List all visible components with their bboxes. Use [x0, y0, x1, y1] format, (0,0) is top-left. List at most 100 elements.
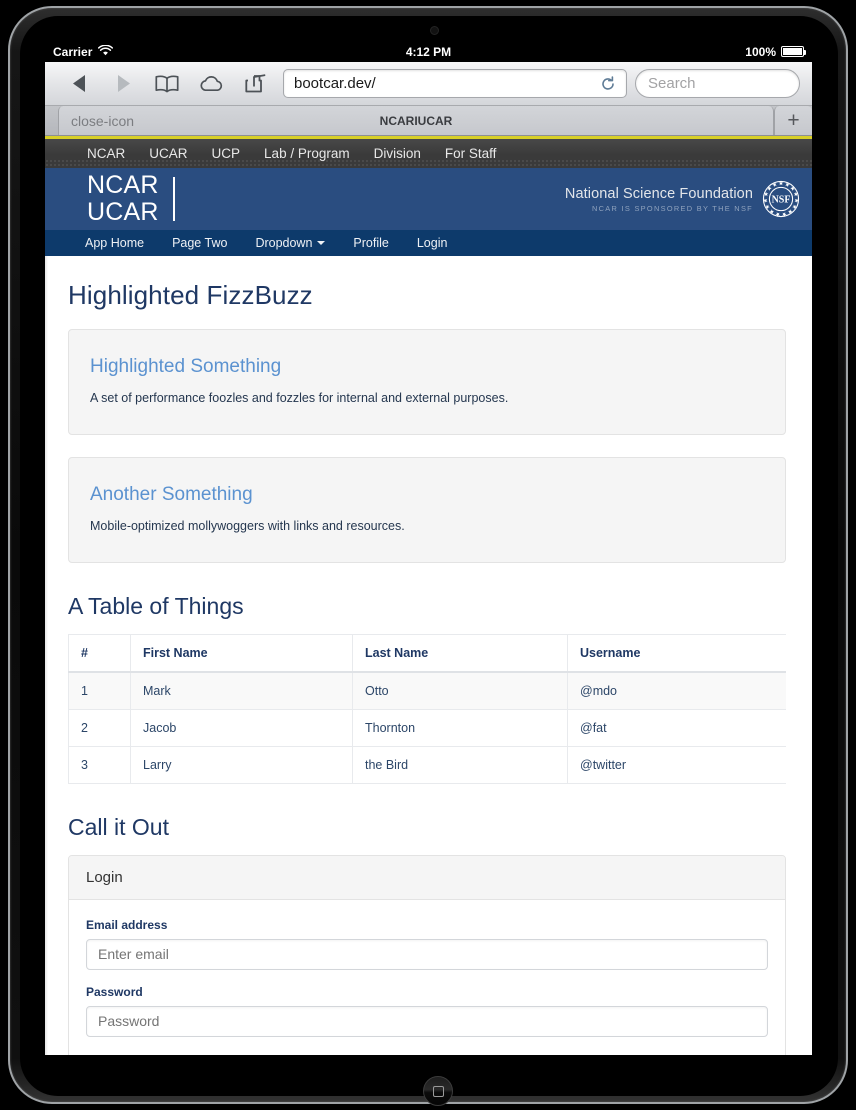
- page-title: Highlighted FizzBuzz: [68, 280, 313, 310]
- safari-tab-bar: close-icon NCARIUCAR +: [45, 106, 812, 136]
- cell-last-name: Thornton: [352, 709, 568, 747]
- logo-line-ucar: UCAR: [87, 198, 159, 226]
- nsf-name-label: National Science Foundation: [564, 185, 753, 202]
- email-field[interactable]: [86, 938, 768, 970]
- table-body: 1 Mark Otto @mdo 2 Jacob Thornton @fat 3…: [68, 671, 786, 784]
- nsf-sponsor-label: NCAR IS SPONSORED BY THE NSF: [592, 203, 753, 213]
- cell-first-name: Larry: [130, 746, 353, 784]
- things-table: # First Name Last Name Username 1 Mark O…: [68, 633, 786, 784]
- svg-text:NSF: NSF: [772, 194, 791, 205]
- cell-username: @mdo: [567, 671, 786, 710]
- panel-text: A set of performance foozles and fozzles…: [90, 391, 509, 405]
- web-page-viewport: NCAR UCAR UCP Lab / Program Division For…: [45, 136, 812, 1055]
- cell-index: 2: [68, 709, 131, 747]
- chevron-down-icon: [317, 241, 326, 245]
- cell-index: 1: [68, 671, 131, 710]
- login-well-header: Login: [69, 855, 785, 900]
- status-bar-clock: 4:12 PM: [405, 44, 452, 59]
- home-button[interactable]: [423, 1076, 453, 1106]
- cloud-icon[interactable]: [189, 67, 233, 101]
- app-nav-label: Page Two: [172, 236, 228, 250]
- email-field-label: Email address: [86, 917, 168, 932]
- util-nav-item-ucp[interactable]: UCP: [200, 146, 253, 161]
- close-icon[interactable]: close-icon: [71, 114, 134, 128]
- book-icon[interactable]: [145, 67, 189, 101]
- app-nav-item-page-two[interactable]: Page Two: [158, 236, 241, 250]
- battery-percent-label: 100%: [745, 44, 776, 59]
- address-bar[interactable]: bootcar.dev/: [283, 69, 627, 98]
- safari-toolbar: bootcar.dev/ Search: [45, 62, 812, 106]
- cell-username: @fat: [567, 709, 786, 747]
- forward-arrow-icon: [101, 67, 145, 101]
- cell-first-name: Mark: [130, 671, 353, 710]
- table-col-username: Username: [567, 633, 786, 673]
- callout-section-title: Call it Out: [68, 813, 169, 840]
- home-button-square-icon: [433, 1086, 444, 1097]
- app-nav-label: Profile: [353, 236, 389, 250]
- panel-heading-link[interactable]: Another Something: [90, 484, 764, 506]
- util-nav-item-ucar[interactable]: UCAR: [137, 146, 199, 161]
- logo-divider: [172, 177, 175, 221]
- app-nav-label: Login: [416, 236, 448, 250]
- table-row: 1 Mark Otto @mdo: [68, 671, 786, 710]
- table-section-title: A Table of Things: [68, 592, 244, 619]
- tab-title: NCARIUCAR: [379, 113, 453, 128]
- cell-first-name: Jacob: [130, 709, 353, 747]
- status-bar-right: 100%: [745, 44, 806, 59]
- password-field[interactable]: [86, 1005, 768, 1037]
- table-col-index: #: [68, 633, 131, 673]
- table-row: 2 Jacob Thornton @fat: [68, 709, 786, 747]
- table-header-row: # First Name Last Name Username: [68, 633, 786, 673]
- table-row: 3 Larry the Bird @twitter: [68, 746, 786, 784]
- utility-nav: NCAR UCAR UCP Lab / Program Division For…: [45, 136, 812, 168]
- panel-text: Mobile-optimized mollywoggers with links…: [90, 518, 405, 533]
- app-nav-item-app-home[interactable]: App Home: [71, 236, 158, 250]
- table-col-last-name: Last Name: [352, 633, 568, 673]
- panel-another-something: Another Something Mobile-optimized molly…: [68, 456, 786, 563]
- app-nav-item-login[interactable]: Login: [403, 236, 462, 250]
- password-field-label: Password: [86, 984, 143, 999]
- app-nav-label: App Home: [85, 236, 145, 250]
- cell-index: 3: [68, 746, 131, 784]
- cell-last-name: Otto: [352, 671, 568, 710]
- app-nav-item-profile[interactable]: Profile: [339, 236, 402, 250]
- login-form: Email address Password: [69, 899, 785, 1055]
- ncar-ucar-logo[interactable]: NCAR UCAR: [87, 172, 175, 226]
- app-nav-label: Dropdown: [255, 236, 313, 250]
- ios-status-bar: Carrier 4:12 PM 100%: [45, 41, 812, 62]
- utility-nav-items: NCAR UCAR UCP Lab / Program Division For…: [45, 139, 812, 168]
- app-nav-item-dropdown[interactable]: Dropdown: [241, 236, 339, 250]
- share-icon[interactable]: [233, 67, 277, 101]
- back-arrow-icon[interactable]: [57, 67, 101, 101]
- page-body: Highlighted FizzBuzz Highlighted Somethi…: [45, 256, 812, 1055]
- cell-username: @twitter: [567, 746, 786, 784]
- front-camera: [430, 26, 439, 35]
- browser-tab[interactable]: close-icon NCARIUCAR: [58, 106, 774, 135]
- carrier-label: Carrier: [53, 44, 93, 59]
- app-navbar: App Home Page Two Dropdown Profile Login: [45, 230, 812, 256]
- cell-last-name: the Bird: [352, 746, 568, 784]
- plus-icon[interactable]: +: [774, 106, 812, 135]
- panel-highlighted-something: Highlighted Something A set of performan…: [68, 329, 786, 435]
- url-text: bootcar.dev/: [294, 75, 376, 92]
- reload-icon[interactable]: [598, 74, 618, 94]
- nsf-seal-icon: NSF: [762, 180, 800, 218]
- login-well: Login Email address Password: [68, 854, 786, 1055]
- util-nav-item-division[interactable]: Division: [362, 146, 433, 161]
- search-input[interactable]: Search: [635, 69, 800, 98]
- panel-heading-link[interactable]: Highlighted Something: [90, 356, 764, 378]
- search-placeholder: Search: [648, 75, 696, 92]
- site-banner: NCAR UCAR National Science Foundation NC…: [45, 168, 812, 230]
- table-header: # First Name Last Name Username: [68, 633, 786, 673]
- wifi-icon: [98, 44, 114, 59]
- util-nav-item-for-staff[interactable]: For Staff: [433, 146, 509, 161]
- status-bar-left: Carrier: [53, 44, 114, 59]
- logo-text: NCAR UCAR: [87, 172, 159, 226]
- util-nav-item-ncar[interactable]: NCAR: [75, 146, 137, 161]
- device-screen: Carrier 4:12 PM 100% bootcar.dev/ Search…: [45, 41, 812, 1055]
- nsf-sponsor-block[interactable]: National Science Foundation NCAR IS SPON…: [565, 180, 800, 218]
- logo-line-ncar: NCAR: [87, 171, 159, 199]
- nsf-wordmark: National Science Foundation NCAR IS SPON…: [565, 186, 753, 213]
- table-col-first-name: First Name: [130, 633, 353, 673]
- util-nav-item-lab-program[interactable]: Lab / Program: [252, 146, 362, 161]
